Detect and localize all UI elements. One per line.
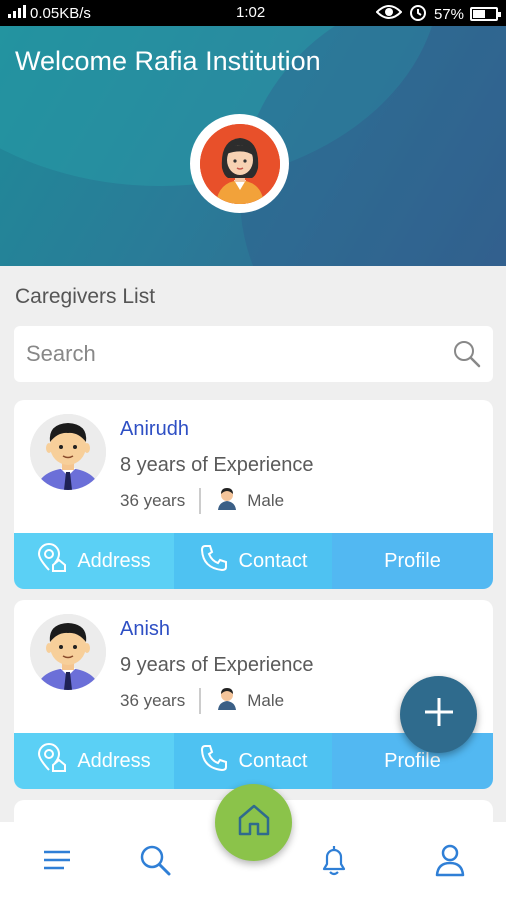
male-icon — [215, 486, 239, 515]
caregiver-age: 36 years — [120, 690, 186, 710]
address-button[interactable]: Address — [14, 733, 174, 789]
status-left: 0.05KB/s — [8, 4, 91, 22]
address-button[interactable]: Address — [14, 533, 174, 589]
caregiver-experience: 8 years of Experience — [120, 454, 314, 476]
caregiver-name[interactable]: Anish — [120, 618, 170, 641]
home-icon — [236, 802, 272, 843]
user-icon — [434, 843, 466, 882]
search-bar[interactable] — [14, 326, 493, 382]
clock: 1:02 — [236, 4, 266, 21]
menu-icon — [42, 849, 72, 876]
contact-label: Contact — [238, 549, 308, 572]
add-caregiver-button[interactable] — [400, 676, 477, 753]
search-input[interactable] — [26, 336, 446, 372]
contact-button[interactable]: Contact — [174, 533, 332, 589]
alarm-icon — [408, 3, 428, 25]
male-icon — [215, 686, 239, 715]
nav-menu[interactable] — [37, 842, 77, 882]
network-speed: 0.05KB/s — [30, 4, 91, 22]
section-title: Caregivers List — [15, 285, 156, 308]
status-bar: 0.05KB/s 1:02 57% — [0, 0, 506, 26]
contact-label: Contact — [238, 749, 308, 772]
location-home-icon — [37, 543, 67, 579]
divider — [199, 687, 202, 714]
caregiver-gender: Male — [247, 490, 285, 510]
location-home-icon — [37, 743, 67, 779]
divider — [199, 487, 202, 514]
plus-icon — [421, 694, 457, 735]
phone-icon — [199, 543, 229, 579]
nav-home-button[interactable] — [215, 784, 292, 861]
welcome-title: Welcome Rafia Institution — [15, 46, 321, 76]
female-avatar-icon — [199, 123, 280, 204]
welcome-header: Welcome Rafia Institution — [0, 26, 506, 266]
caregiver-name[interactable]: Anirudh — [120, 418, 189, 441]
profile-button[interactable]: Profile — [332, 533, 493, 589]
institution-avatar[interactable] — [190, 114, 289, 213]
caregiver-experience: 9 years of Experience — [120, 654, 314, 676]
contact-button[interactable]: Contact — [174, 733, 332, 789]
bell-icon — [318, 843, 350, 882]
male-avatar-icon — [30, 414, 106, 490]
card-actions: Address Contact Profile — [14, 533, 493, 589]
profile-label: Profile — [384, 749, 441, 772]
caregiver-meta: 36 years Male — [120, 486, 284, 515]
caregiver-meta: 36 years Male — [120, 686, 284, 715]
phone-icon — [199, 743, 229, 779]
nav-profile[interactable] — [430, 842, 470, 882]
search-icon[interactable] — [453, 340, 481, 373]
male-avatar-icon — [30, 614, 106, 690]
signal-icon — [8, 4, 26, 22]
search-icon — [139, 844, 171, 881]
caregiver-age: 36 years — [120, 490, 186, 510]
nav-notifications[interactable] — [314, 842, 354, 882]
caregiver-card[interactable]: Anirudh 8 years of Experience 36 years M… — [14, 400, 493, 589]
caregiver-gender: Male — [247, 690, 285, 710]
profile-label: Profile — [384, 549, 441, 572]
address-label: Address — [77, 749, 151, 772]
nav-search[interactable] — [135, 842, 175, 882]
battery-percent: 57% — [433, 5, 464, 23]
eye-icon — [375, 4, 403, 24]
status-right: 57% — [375, 3, 501, 25]
battery-icon — [470, 7, 501, 21]
address-label: Address — [77, 549, 151, 572]
